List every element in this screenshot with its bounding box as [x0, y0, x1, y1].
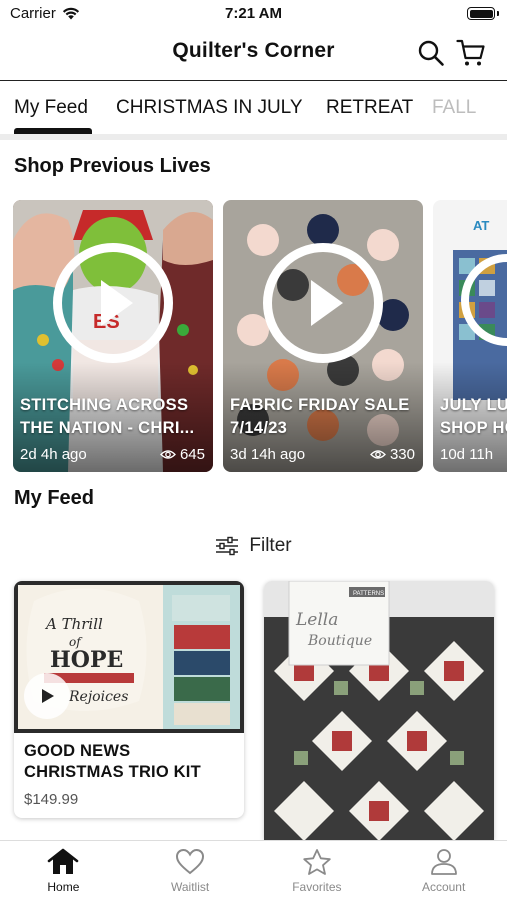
svg-text:AT: AT [473, 218, 489, 233]
person-icon [430, 849, 457, 875]
app-header: Quilter's Corner [0, 28, 507, 80]
nav-favorites[interactable]: Favorites [254, 841, 381, 900]
product-price: $149.99 [24, 791, 79, 808]
live-view-count: 330 [389, 446, 415, 463]
status-bar: Carrier 7:21 AM [0, 0, 507, 28]
live-view-count: 645 [179, 446, 205, 463]
play-button[interactable] [263, 243, 383, 363]
live-time-ago: 3d 14h ago [230, 446, 306, 463]
play-icon [311, 280, 343, 326]
eye-icon [160, 450, 176, 459]
bottom-navigation: Home Waitlist Favorites Account [0, 840, 507, 900]
tabs-divider [0, 134, 507, 140]
live-card[interactable]: AT JULY LUC SHOP HO 10d 11h [433, 200, 507, 472]
svg-text:Rejoices: Rejoices [68, 689, 128, 705]
tab-retreat[interactable]: RETREAT [326, 97, 413, 119]
home-icon [48, 848, 79, 874]
nav-waitlist[interactable]: Waitlist [127, 841, 254, 900]
live-title: JULY LUC SHOP HO [440, 396, 507, 437]
cart-button[interactable] [454, 36, 488, 70]
search-button[interactable] [414, 36, 448, 70]
tab-christmas-in-july[interactable]: CHRISTMAS IN JULY [116, 97, 303, 119]
tab-my-feed[interactable]: My Feed [14, 97, 88, 119]
status-time: 7:21 AM [225, 5, 282, 22]
play-button[interactable] [53, 243, 173, 363]
sliders-icon [216, 536, 239, 556]
play-icon [42, 689, 54, 703]
filter-button[interactable]: Filter [0, 533, 507, 559]
feed-title: My Feed [14, 487, 95, 509]
battery-icon [467, 7, 495, 20]
svg-text:PATTERNS: PATTERNS [353, 591, 384, 597]
live-card[interactable]: ES STITCHING ACROSS THE NATION - CHRI...… [13, 200, 213, 472]
active-tab-indicator [14, 128, 92, 134]
star-icon [303, 849, 331, 875]
live-time-ago: 10d 11h [440, 446, 494, 463]
svg-text:Lella: Lella [295, 610, 338, 630]
cart-icon [456, 39, 485, 66]
live-title: FABRIC FRIDAY SALE 7/14/23 [230, 396, 410, 437]
product-image: A Thrill of HOPE Rejoices [14, 581, 244, 733]
product-image: PATTERNS Lella Boutique [264, 581, 494, 840]
nav-home[interactable]: Home [0, 841, 127, 900]
eye-icon [370, 450, 386, 459]
play-icon [101, 280, 133, 326]
product-card[interactable]: PATTERNS Lella Boutique [264, 581, 494, 840]
live-card[interactable]: FABRIC FRIDAY SALE 7/14/23 3d 14h ago 33… [223, 200, 423, 472]
filter-label: Filter [249, 535, 292, 556]
product-card[interactable]: A Thrill of HOPE Rejoices GOOD NEWS CHRI… [14, 581, 244, 818]
product-name: GOOD NEWS CHRISTMAS TRIO KIT [24, 742, 201, 781]
live-time-ago: 2d 4h ago [20, 446, 87, 463]
search-icon [418, 40, 444, 66]
live-title: STITCHING ACROSS THE NATION - CHRI... [20, 396, 195, 437]
heart-icon [176, 848, 205, 875]
svg-text:A Thrill: A Thrill [44, 615, 103, 633]
video-play-button[interactable] [24, 673, 70, 719]
svg-text:Boutique: Boutique [307, 633, 372, 649]
tab-fall[interactable]: FALL [432, 97, 476, 119]
nav-account[interactable]: Account [380, 841, 507, 900]
svg-text:HOPE: HOPE [50, 647, 123, 673]
previous-lives-title: Shop Previous Lives [14, 155, 211, 177]
